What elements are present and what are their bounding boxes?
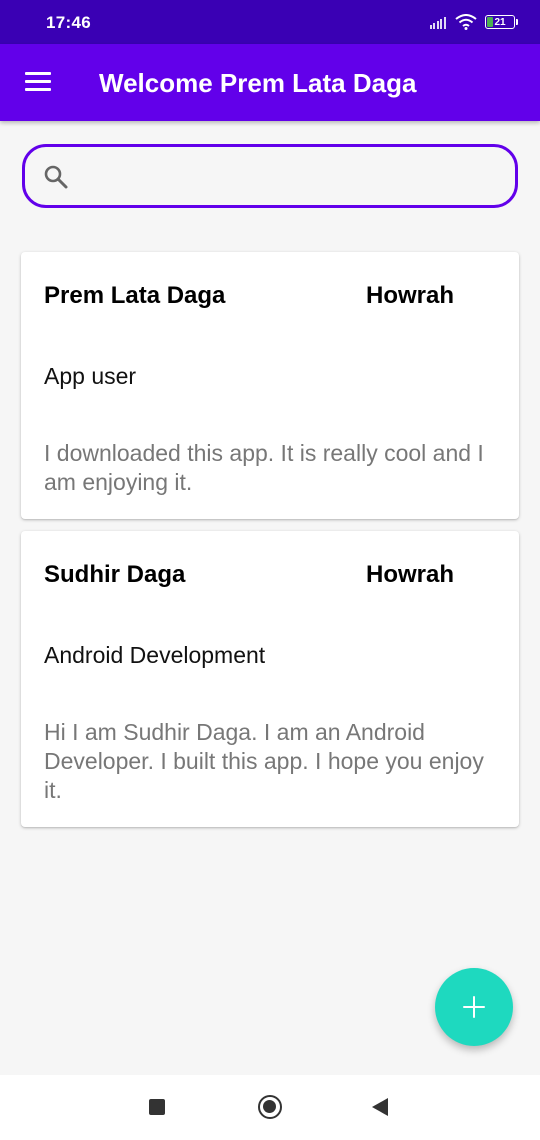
battery-icon: 21: [485, 15, 515, 29]
app-title: Welcome Prem Lata Daga: [99, 68, 417, 98]
system-nav-bar: [0, 1075, 540, 1140]
user-card[interactable]: Prem Lata Daga Howrah App user I downloa…: [21, 252, 519, 519]
recents-square-icon[interactable]: [149, 1099, 165, 1115]
wifi-icon: [455, 14, 477, 30]
card-description: Hi I am Sudhir Daga. I am an Android Dev…: [44, 719, 484, 803]
add-fab-button[interactable]: [435, 968, 513, 1046]
card-role: App user: [44, 363, 137, 389]
card-name: Prem Lata Daga: [44, 282, 226, 309]
card-name: Sudhir Daga: [44, 561, 186, 588]
app-bar: Welcome Prem Lata Daga: [0, 44, 540, 121]
back-triangle-icon[interactable]: [372, 1098, 388, 1116]
card-city: Howrah: [366, 561, 455, 588]
battery-tip: [516, 19, 518, 25]
card-description: I downloaded this app. It is really cool…: [44, 440, 484, 495]
hamburger-menu-icon[interactable]: [25, 72, 51, 92]
status-bar: 17:46 21: [0, 0, 540, 44]
status-icons: 21: [429, 12, 518, 32]
card-role: Android Development: [44, 642, 266, 668]
screen: 17:46 21 Welcome Prem Lata Daga Prem Lat…: [0, 0, 540, 1140]
search-icon: [44, 165, 68, 189]
battery-fill: [487, 17, 493, 27]
status-time: 17:46: [46, 13, 91, 32]
search-box[interactable]: [22, 144, 518, 208]
search-input[interactable]: [83, 155, 499, 197]
battery-level: 21: [494, 16, 506, 28]
plus-icon: [463, 996, 485, 1018]
home-circle-icon[interactable]: [258, 1095, 282, 1119]
signal-icon: [429, 15, 448, 29]
user-card[interactable]: Sudhir Daga Howrah Android Development H…: [21, 531, 519, 827]
card-city: Howrah: [366, 282, 455, 309]
